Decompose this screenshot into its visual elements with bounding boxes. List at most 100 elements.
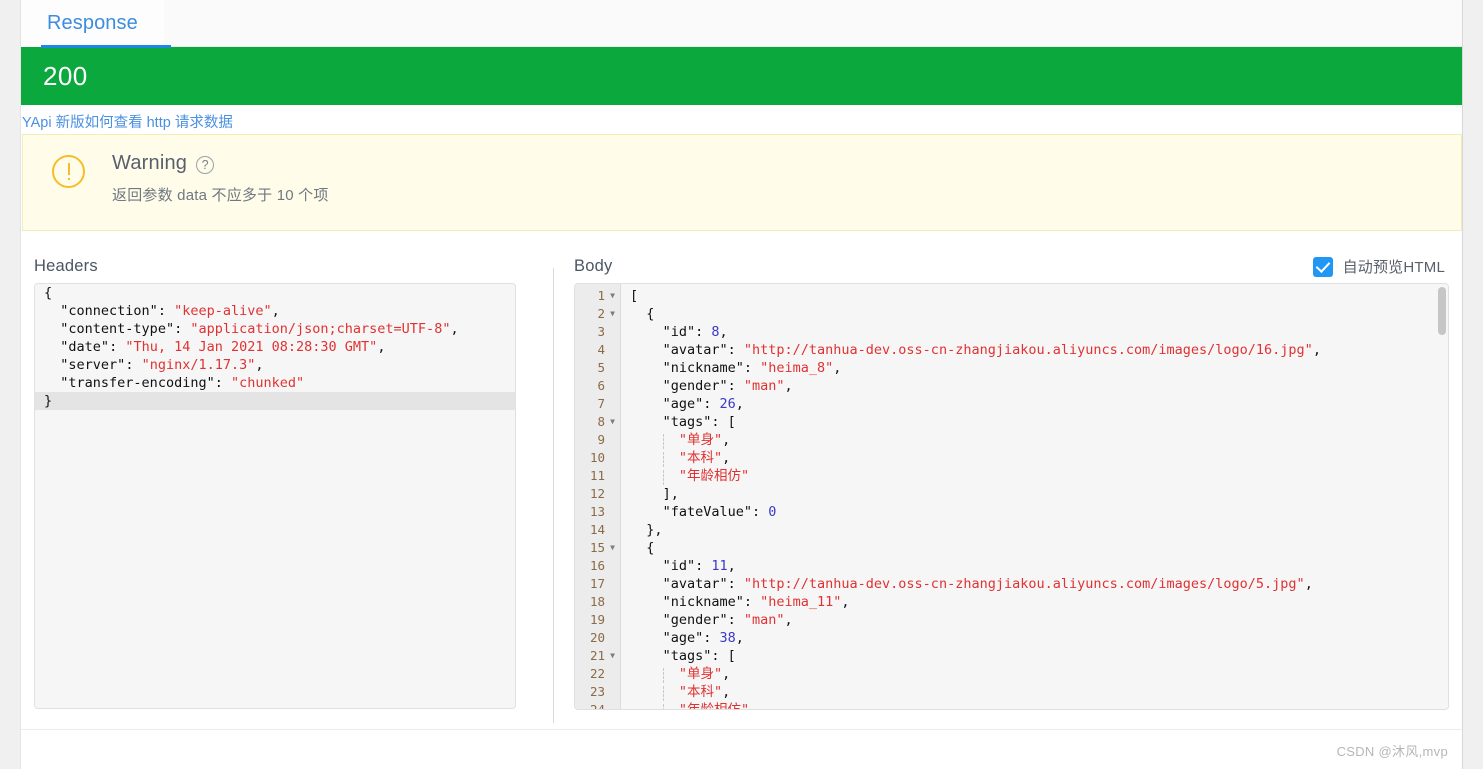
- body-code-line: "tags": [: [662, 414, 736, 430]
- gutter-line: 2 ▼: [575, 305, 620, 323]
- gutter-line: 8 ▼: [575, 413, 620, 431]
- body-code-line: "gender": "man",: [662, 378, 793, 394]
- response-card: Response 200 YApi 新版如何查看 http 请求数据 Warni…: [20, 0, 1463, 769]
- gutter-line: 12▼: [575, 485, 620, 503]
- line-number: 10: [589, 450, 605, 465]
- line-number: 23: [589, 684, 605, 699]
- headers-code-editor[interactable]: { "connection": "keep-alive", "content-t…: [34, 283, 516, 709]
- line-number: 14: [589, 522, 605, 537]
- gutter-line: 4▼: [575, 341, 620, 359]
- panel-divider: [553, 268, 554, 723]
- tab-active-indicator: [41, 45, 171, 48]
- line-number: 2: [597, 306, 605, 321]
- gutter-line: 14▼: [575, 521, 620, 539]
- fold-arrow-icon[interactable]: ▼: [608, 539, 617, 557]
- line-number: 21: [589, 648, 605, 663]
- line-number: 22: [589, 666, 605, 681]
- body-code-line: "年龄相仿": [621, 467, 1448, 485]
- body-editor-inner: 1▼2▼3▼4▼5▼6▼7▼8▼9▼10▼11▼12▼13▼14▼15▼16▼1…: [575, 284, 1448, 709]
- status-bar: 200: [21, 47, 1462, 105]
- checkbox-checked-icon[interactable]: [1312, 256, 1333, 277]
- line-number: 17: [589, 576, 605, 591]
- help-circle-icon[interactable]: ?: [196, 155, 215, 174]
- gutter-line: 23▼: [575, 683, 620, 701]
- body-code-line: "age": 38,: [662, 630, 744, 646]
- headers-code-line: }: [35, 392, 515, 410]
- body-code-line: "本科",: [621, 683, 1448, 701]
- body-code-line: },: [646, 522, 663, 538]
- line-number: 16: [589, 558, 605, 573]
- doc-link-row: YApi 新版如何查看 http 请求数据: [21, 105, 1462, 134]
- fold-arrow-icon[interactable]: ▼: [608, 413, 617, 431]
- gutter-line: 17▼: [575, 575, 620, 593]
- body-code-line: "本科",: [621, 449, 1448, 467]
- warning-message: 返回参数 data 不应多于 10 个项: [112, 187, 329, 204]
- body-code-editor[interactable]: 1▼2▼3▼4▼5▼6▼7▼8▼9▼10▼11▼12▼13▼14▼15▼16▼1…: [574, 283, 1449, 710]
- headers-code-line: "date": "Thu, 14 Jan 2021 08:28:30 GMT",: [60, 339, 386, 355]
- line-number: 13: [589, 504, 605, 519]
- gutter-line: 20▼: [575, 629, 620, 647]
- gutter-line: 5▼: [575, 359, 620, 377]
- body-panel: Body 自动预览HTML 1▼2▼3▼4▼5▼6▼7▼8▼9▼10▼11▼12…: [574, 250, 1462, 725]
- headers-code-line: {: [44, 285, 53, 301]
- line-number: 5: [597, 360, 605, 375]
- headers-code-line: "server": "nginx/1.17.3",: [60, 357, 264, 373]
- gutter-line: 1 ▼: [575, 287, 620, 305]
- line-number-gutter: 1▼2▼3▼4▼5▼6▼7▼8▼9▼10▼11▼12▼13▼14▼15▼16▼1…: [575, 284, 621, 709]
- line-number: 9: [597, 432, 605, 447]
- fold-arrow-icon[interactable]: ▼: [608, 305, 617, 323]
- warning-banner: Warning ? 返回参数 data 不应多于 10 个项: [22, 134, 1462, 231]
- gutter-line: 9▼: [575, 431, 620, 449]
- gutter-line: 21 ▼: [575, 647, 620, 665]
- tab-response-label: Response: [47, 12, 138, 34]
- warning-text-block: Warning ? 返回参数 data 不应多于 10 个项: [112, 152, 329, 230]
- fold-arrow-icon[interactable]: ▼: [608, 647, 617, 665]
- tab-bar: Response: [21, 0, 1462, 48]
- line-number: 18: [589, 594, 605, 609]
- body-code-line: "id": 11,: [662, 558, 736, 574]
- doc-link[interactable]: YApi 新版如何查看 http 请求数据: [22, 115, 233, 131]
- gutter-line: 3▼: [575, 323, 620, 341]
- gutter-line: 10▼: [575, 449, 620, 467]
- line-number: 20: [589, 630, 605, 645]
- gutter-line: 19▼: [575, 611, 620, 629]
- body-vertical-scrollbar[interactable]: [1438, 287, 1446, 335]
- line-number: 8: [597, 414, 605, 429]
- gutter-line: 15 ▼: [575, 539, 620, 557]
- line-number: 6: [597, 378, 605, 393]
- body-code-line: "avatar": "http://tanhua-dev.oss-cn-zhan…: [662, 342, 1321, 358]
- body-code-line: [: [630, 288, 639, 304]
- gutter-line: 13▼: [575, 503, 620, 521]
- body-code-line: "单身",: [621, 665, 1448, 683]
- body-panel-head: Body 自动预览HTML: [574, 250, 1449, 283]
- headers-code-line: "transfer-encoding": "chunked": [60, 375, 305, 391]
- gutter-line: 22▼: [575, 665, 620, 683]
- gutter-line: 18▼: [575, 593, 620, 611]
- headers-code-line: "content-type": "application/json;charse…: [60, 321, 459, 337]
- warning-title: Warning: [112, 152, 188, 174]
- headers-panel: Headers { "connection": "keep-alive", "c…: [21, 250, 533, 725]
- line-number: 12: [589, 486, 605, 501]
- watermark-text: CSDN @沐风,mvp: [1336, 744, 1448, 759]
- body-code-line: "avatar": "http://tanhua-dev.oss-cn-zhan…: [662, 576, 1313, 592]
- gutter-line: 11▼: [575, 467, 620, 485]
- line-number: 24: [589, 702, 605, 710]
- line-number: 1: [597, 288, 605, 303]
- footer-bar: CSDN @沐风,mvp: [21, 729, 1462, 769]
- body-code-line: "age": 26,: [662, 396, 744, 412]
- panels-row: Headers { "connection": "keep-alive", "c…: [21, 250, 1462, 725]
- headers-title: Headers: [34, 257, 98, 275]
- gutter-line: 24▼: [575, 701, 620, 710]
- line-number: 19: [589, 612, 605, 627]
- tab-response[interactable]: Response: [21, 0, 164, 47]
- fold-arrow-icon[interactable]: ▼: [608, 287, 617, 305]
- auto-preview-html-toggle[interactable]: 自动预览HTML: [1312, 256, 1445, 277]
- line-number: 11: [589, 468, 605, 483]
- body-code-line: "nickname": "heima_8",: [662, 360, 842, 376]
- body-code-line: "tags": [: [662, 648, 736, 664]
- body-code-lines: [ { "id": 8, "avatar": "http://tanhua-de…: [621, 284, 1448, 709]
- body-code-line: {: [646, 306, 655, 322]
- headers-code-lines: { "connection": "keep-alive", "content-t…: [35, 284, 515, 410]
- line-number: 4: [597, 342, 605, 357]
- status-code: 200: [43, 60, 88, 91]
